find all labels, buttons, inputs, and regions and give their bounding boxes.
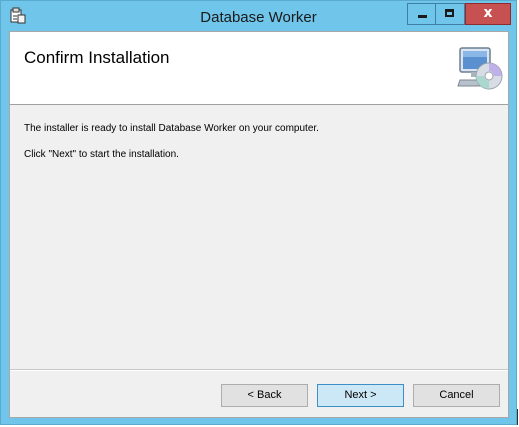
back-button[interactable]: < Back xyxy=(221,384,308,407)
resize-edge xyxy=(517,409,518,425)
minimize-button[interactable] xyxy=(407,3,436,25)
close-button[interactable]: x xyxy=(465,3,511,25)
cancel-button[interactable]: Cancel xyxy=(413,384,500,407)
ready-message: The installer is ready to install Databa… xyxy=(24,123,319,134)
title-bar[interactable]: Database Worker x xyxy=(1,1,516,31)
next-button[interactable]: Next > xyxy=(317,384,404,407)
minimize-icon xyxy=(418,15,427,18)
header-banner: Confirm Installation xyxy=(10,32,508,105)
footer-divider-highlight xyxy=(10,370,508,371)
computer-disc-icon xyxy=(457,47,503,90)
installer-window: Database Worker x Confirm Installation T… xyxy=(0,0,517,425)
close-icon: x xyxy=(483,5,493,21)
page-title: Confirm Installation xyxy=(24,48,170,67)
maximize-button[interactable] xyxy=(436,3,465,25)
instruction-message: Click "Next" to start the installation. xyxy=(24,149,179,160)
maximize-icon xyxy=(445,9,454,17)
dialog-content: Confirm Installation The installer is re… xyxy=(9,31,509,418)
